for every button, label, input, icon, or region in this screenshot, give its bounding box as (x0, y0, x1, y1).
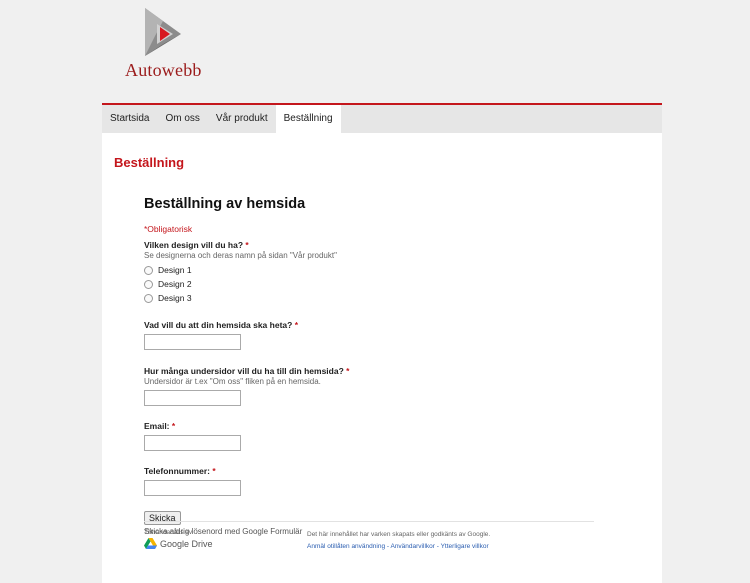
powered-by-label: Tillhandahålls av (144, 529, 193, 536)
nav-item-bestallning[interactable]: Beställning (275, 105, 341, 133)
disclaimer-text: Det här innehållet har varken skapats el… (307, 531, 491, 538)
subpages-input[interactable] (144, 390, 241, 406)
footer-divider (144, 521, 594, 522)
required-star: * (245, 240, 249, 250)
additional-terms-link[interactable]: Ytterligare villkor (441, 543, 489, 550)
radio-option-design-2[interactable]: Design 2 (144, 277, 594, 291)
required-star: * (212, 466, 216, 476)
site-name-input[interactable] (144, 334, 241, 350)
question-email: Email: * (144, 421, 594, 451)
question-help: Undersidor är t.ex "Om oss" fliken på en… (144, 377, 321, 386)
radio-option-design-3[interactable]: Design 3 (144, 291, 594, 305)
radio-button[interactable] (144, 279, 153, 289)
question-design: Vilken design vill du ha? * Se designern… (144, 240, 594, 305)
nav-item-om-oss[interactable]: Om oss (157, 105, 207, 133)
question-subpages: Hur många undersidor vill du ha till din… (144, 366, 594, 406)
required-star: * (294, 320, 299, 330)
required-star: * (171, 421, 176, 431)
google-drive-link[interactable]: Google Drive (144, 538, 213, 549)
question-label-text: Email: (144, 421, 170, 431)
report-abuse-link[interactable]: Anmäl otillåten användning (307, 543, 385, 550)
question-help: Se designerna och deras namn på sidan "V… (144, 251, 337, 260)
question-label-text: Telefonnummer: (144, 466, 210, 476)
nav-item-startsida[interactable]: Startsida (102, 105, 157, 133)
question-label: Hur många undersidor vill du ha till din… (144, 366, 594, 376)
order-form: Beställning av hemsida *Obligatorisk Vil… (144, 196, 594, 536)
page-container: Startsida Om oss Vår produkt Beställning… (102, 103, 662, 583)
radio-button[interactable] (144, 293, 153, 303)
radio-label: Design 2 (158, 279, 192, 289)
page-title: Beställning (114, 155, 185, 170)
question-label: Vilken design vill du ha? * (144, 240, 594, 250)
radio-label: Design 3 (158, 293, 192, 303)
email-field[interactable] (144, 435, 241, 451)
google-drive-icon (144, 538, 157, 549)
google-drive-label: Google Drive (160, 538, 213, 549)
terms-link[interactable]: Användarvillkor (390, 543, 434, 550)
question-phone: Telefonnummer: * (144, 466, 594, 496)
brand-name: Autowebb (125, 60, 202, 80)
autowebb-logo[interactable]: Autowebb (125, 8, 215, 83)
radio-label: Design 1 (158, 265, 192, 275)
footer-disclaimer: Det här innehållet har varken skapats el… (307, 531, 490, 550)
submit-button[interactable]: Skicka (144, 511, 181, 525)
footer-links: Anmäl otillåten användning - Användarvil… (307, 543, 490, 550)
radio-button[interactable] (144, 265, 153, 275)
main-nav: Startsida Om oss Vår produkt Beställning (102, 105, 662, 133)
required-note: *Obligatorisk (144, 224, 193, 234)
question-label-text: Vad vill du att din hemsida ska heta? (144, 320, 293, 330)
radio-option-design-1[interactable]: Design 1 (144, 263, 594, 277)
nav-item-var-produkt[interactable]: Vår produkt (208, 105, 276, 133)
logo-play-icon (145, 8, 181, 56)
question-label: Email: * (144, 421, 594, 431)
question-label-text: Hur många undersidor vill du ha till din… (144, 366, 344, 376)
question-label: Telefonnummer: * (144, 466, 594, 476)
footer-powered-by: Tillhandahålls av Google Drive (144, 529, 213, 549)
required-star: * (346, 366, 350, 376)
question-label-text: Vilken design vill du ha? (144, 240, 244, 250)
question-label: Vad vill du att din hemsida ska heta? * (144, 320, 594, 330)
phone-field[interactable] (144, 480, 241, 496)
question-site-name: Vad vill du att din hemsida ska heta? * (144, 320, 594, 350)
form-title: Beställning av hemsida (144, 196, 306, 212)
